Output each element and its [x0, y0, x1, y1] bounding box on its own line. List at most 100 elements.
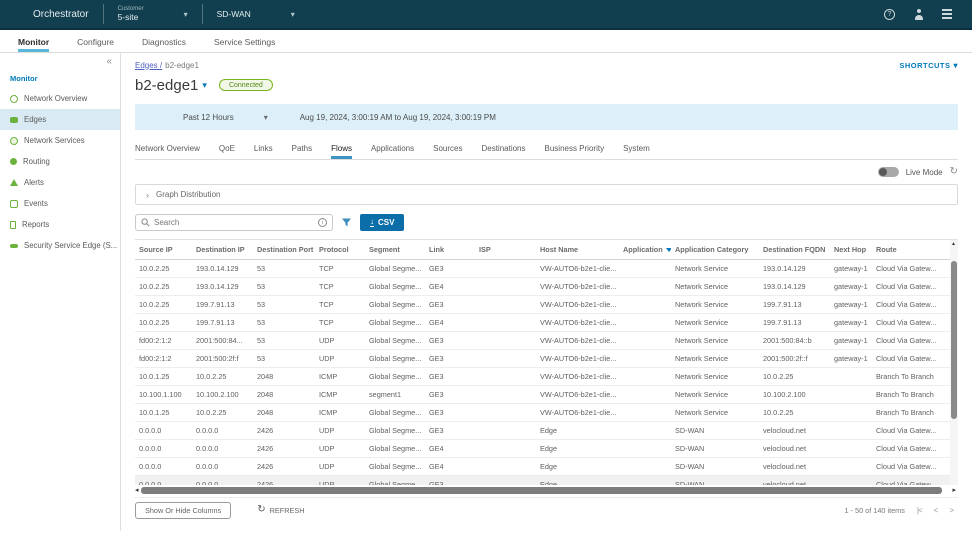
table-row[interactable]: 0.0.0.0 0.0.0.0 2426 UDP Global Segme... GE3 E… [135, 475, 958, 485]
table-cell: Global Segme... [365, 313, 425, 332]
tab-qoe[interactable]: QoE [219, 144, 235, 159]
column-header-destination-port[interactable]: Destination Port [253, 240, 315, 260]
table-cell: Global Segme... [365, 331, 425, 350]
table-row[interactable]: 0.0.0.0 0.0.0.0 2426 UDP Global Segme... GE4 E… [135, 439, 958, 458]
sidebar-item-label: Routing [23, 157, 50, 166]
filter-icon[interactable] [341, 217, 352, 228]
scroll-up-icon[interactable]: ▲ [951, 241, 956, 247]
table-row[interactable]: 10.0.2.25 199.7.91.13 53 TCP Global Segme...… [135, 313, 958, 332]
table-cell: GE3 [425, 385, 475, 404]
prev-page-icon[interactable]: < [934, 506, 939, 515]
customer-selector[interactable]: Customer 5-site ▾ [118, 6, 188, 22]
tab-destinations[interactable]: Destinations [481, 144, 525, 159]
column-header-application[interactable]: Application [619, 240, 671, 260]
column-header-source-ip[interactable]: Source IP [135, 240, 192, 260]
table-cell: segment1 [365, 385, 425, 404]
column-header-segment[interactable]: Segment [365, 240, 425, 260]
table-row[interactable]: 10.0.2.25 193.0.14.129 53 TCP Global Segme..… [135, 277, 958, 296]
tab-business-priority[interactable]: Business Priority [545, 144, 605, 159]
tab-links[interactable]: Links [254, 144, 273, 159]
tab-sources[interactable]: Sources [433, 144, 462, 159]
sidebar-item-security-service-edge-s[interactable]: Security Service Edge (S... [0, 235, 120, 256]
next-page-icon[interactable]: > [949, 506, 954, 515]
table-cell: 53 [253, 295, 315, 314]
nav-tab-service-settings[interactable]: Service Settings [214, 37, 275, 52]
table-row[interactable]: 10.0.1.25 10.0.2.25 2048 ICMP Global Segme..… [135, 367, 958, 386]
sidebar-item-alerts[interactable]: Alerts [0, 172, 120, 193]
column-header-isp[interactable]: ISP [475, 240, 536, 260]
tab-flows[interactable]: Flows [331, 144, 352, 159]
sidebar-item-network-overview[interactable]: Network Overview [0, 88, 120, 109]
column-header-label: Destination IP [196, 244, 245, 254]
tab-network-overview[interactable]: Network Overview [135, 144, 200, 159]
column-header-host-name[interactable]: Host Name [536, 240, 619, 260]
live-mode-toggle[interactable] [877, 167, 899, 177]
table-cell [619, 385, 671, 404]
sidebar-item-events[interactable]: Events [0, 193, 120, 214]
table-row[interactable]: 10.100.1.100 10.100.2.100 2048 ICMP segment1… [135, 385, 958, 404]
table-cell: VW-AUTO6-b2e1-clie... [536, 295, 619, 314]
nav-tab-monitor[interactable]: Monitor [18, 37, 50, 52]
nav-tab-diagnostics[interactable]: Diagnostics [142, 37, 186, 52]
table-cell: Edge [536, 475, 619, 485]
refresh-button[interactable]: ↻ REFRESH [257, 505, 304, 515]
column-header-application-category[interactable]: Application Category [671, 240, 759, 260]
search-input[interactable] [154, 218, 314, 227]
time-range-selector[interactable]: Past 12 Hours [183, 113, 234, 122]
csv-label: CSV [378, 218, 395, 227]
sidebar-item-routing[interactable]: Routing [0, 151, 120, 172]
breadcrumb-link[interactable]: Edges / [135, 61, 162, 70]
menu-icon[interactable] [942, 9, 952, 19]
table-cell: 10.0.2.25 [135, 295, 192, 314]
shortcuts-button[interactable]: SHORTCUTS ▾ [899, 61, 958, 70]
table-row[interactable]: fd00:2:1:2 2001:500:2f:f 53 UDP Global Segme… [135, 349, 958, 368]
first-page-icon[interactable]: |< [917, 506, 923, 515]
column-header-destination-ip[interactable]: Destination IP [192, 240, 253, 260]
status-badge: Connected [218, 79, 273, 91]
app-header: Orchestrator Customer 5-site ▾ SD-WAN ▾ … [0, 0, 972, 30]
sidebar-item-reports[interactable]: Reports [0, 214, 120, 235]
csv-export-button[interactable]: ↓ CSV [360, 214, 405, 231]
scroll-left-icon[interactable]: ◂ [135, 487, 139, 494]
customer-caret-icon[interactable]: ▾ [184, 10, 188, 19]
nav-tab-configure[interactable]: Configure [77, 37, 114, 52]
horizontal-scrollbar-thumb[interactable] [140, 487, 943, 494]
info-icon[interactable]: i [318, 218, 327, 227]
horizontal-scrollbar[interactable]: ◂ ▸ [135, 486, 958, 495]
user-icon[interactable] [913, 8, 924, 20]
column-header-label: Source IP [139, 244, 173, 254]
refresh-icon[interactable]: ↻ [950, 167, 958, 177]
edge-caret-icon[interactable]: ▾ [202, 80, 207, 91]
service-caret-icon[interactable]: ▾ [291, 10, 295, 19]
collapse-sidebar-icon[interactable]: « [106, 56, 112, 67]
column-header-route[interactable]: Route [872, 240, 948, 260]
table-row[interactable]: 0.0.0.0 0.0.0.0 2426 UDP Global Segme... GE3 E… [135, 421, 958, 440]
graph-distribution-panel[interactable]: › Graph Distribution [135, 184, 958, 205]
time-range-caret-icon[interactable]: ▾ [264, 113, 268, 122]
table-cell: VW-AUTO6-b2e1-clie... [536, 331, 619, 350]
column-header-destination-fqdn[interactable]: Destination FQDN [759, 240, 830, 260]
sidebar-item-edges[interactable]: Edges [0, 109, 120, 130]
vertical-scrollbar[interactable]: ▲ [950, 240, 958, 485]
application-filter-icon[interactable] [665, 247, 671, 252]
help-icon[interactable]: ? [884, 8, 895, 20]
column-header-link[interactable]: Link [425, 240, 475, 260]
sidebar-item-network-services[interactable]: Network Services [0, 130, 120, 151]
table-row[interactable]: 10.0.2.25 199.7.91.13 53 TCP Global Segme...… [135, 295, 958, 314]
scroll-right-icon[interactable]: ▸ [952, 487, 956, 494]
table-cell [619, 403, 671, 422]
table-row[interactable]: 10.0.1.25 10.0.2.25 2048 ICMP Global Segme..… [135, 403, 958, 422]
show-hide-columns-button[interactable]: Show Or Hide Columns [135, 501, 232, 519]
table-cell: UDP [315, 349, 365, 368]
table-cell: 193.0.14.129 [759, 277, 830, 296]
tab-system[interactable]: System [623, 144, 650, 159]
table-row[interactable]: 10.0.2.25 193.0.14.129 53 TCP Global Segme..… [135, 259, 958, 278]
service-selector[interactable]: SD-WAN ▾ [217, 9, 295, 19]
vertical-scrollbar-thumb[interactable] [951, 261, 957, 419]
table-row[interactable]: 0.0.0.0 0.0.0.0 2426 UDP Global Segme... GE4 E… [135, 457, 958, 476]
table-row[interactable]: fd00:2:1:2 2001:500:84... 53 UDP Global Segm… [135, 331, 958, 350]
column-header-protocol[interactable]: Protocol [315, 240, 365, 260]
tab-paths[interactable]: Paths [292, 144, 312, 159]
tab-applications[interactable]: Applications [371, 144, 414, 159]
column-header-next-hop[interactable]: Next Hop [830, 240, 872, 260]
